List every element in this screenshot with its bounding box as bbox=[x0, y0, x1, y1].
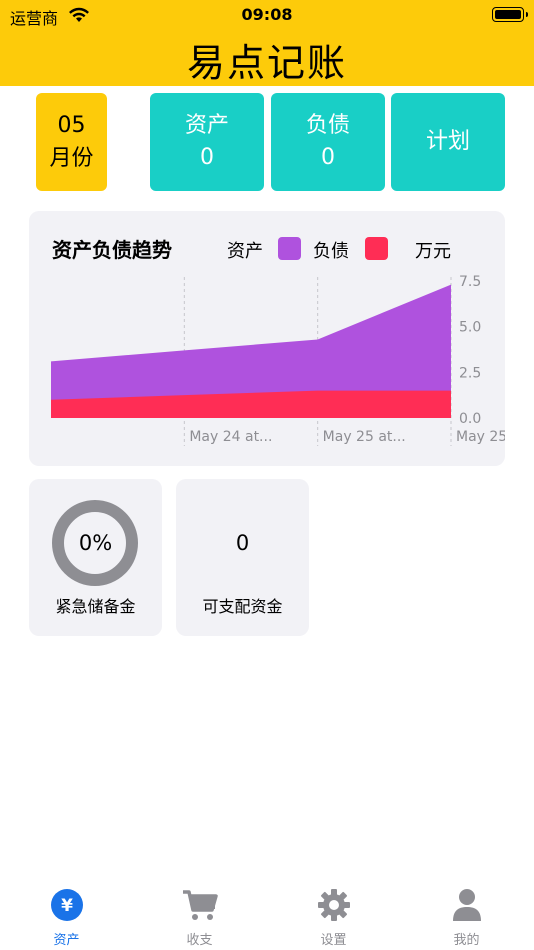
gear-icon bbox=[317, 888, 351, 926]
emergency-reserve-card[interactable]: 0% 紧急储备金 bbox=[29, 479, 162, 636]
tab-assets[interactable]: ¥ 资产 bbox=[0, 880, 133, 950]
y-tick-label: 0.0 bbox=[459, 411, 481, 427]
month-selector[interactable]: 05 月份 bbox=[36, 93, 107, 191]
x-tick-label: May 25 at... bbox=[456, 429, 505, 445]
asset-card[interactable]: 资产 0 bbox=[150, 93, 264, 191]
y-tick-label: 2.5 bbox=[459, 365, 481, 381]
tab-mine[interactable]: 我的 bbox=[400, 880, 533, 950]
month-number: 05 bbox=[57, 113, 86, 138]
yen-icon: ¥ bbox=[50, 888, 84, 926]
tab-mine-label: 我的 bbox=[453, 933, 480, 948]
liability-label: 负债 bbox=[305, 113, 350, 138]
liability-card[interactable]: 负债 0 bbox=[271, 93, 385, 191]
area-chart: 0.0 2.5 5.0 7.5 May 24 at... May 25 at... May … bbox=[51, 274, 505, 446]
y-tick-label: 5.0 bbox=[459, 320, 481, 336]
battery-icon bbox=[492, 7, 528, 22]
asset-label: 资产 bbox=[184, 113, 229, 138]
liability-value: 0 bbox=[321, 145, 335, 170]
x-tick-label: May 24 at... bbox=[189, 429, 272, 445]
disposable-label: 可支配资金 bbox=[202, 597, 283, 616]
tab-income-expense-label: 收支 bbox=[186, 933, 213, 948]
svg-text:¥: ¥ bbox=[61, 896, 73, 916]
cart-icon bbox=[181, 888, 219, 926]
reserve-percent: 0% bbox=[78, 531, 113, 555]
plan-card[interactable]: 计划 bbox=[391, 93, 505, 191]
tab-settings[interactable]: 设置 bbox=[267, 880, 400, 950]
trend-chart-panel: 资产负债趋势 资产 负债 万元 0.0 2.5 5.0 7.5 May 24 at...… bbox=[29, 211, 505, 466]
app-title: 易点记账 bbox=[186, 41, 347, 85]
tab-income-expense[interactable]: 收支 bbox=[133, 880, 266, 950]
y-tick-label: 7.5 bbox=[459, 274, 481, 290]
tab-assets-label: 资产 bbox=[53, 933, 80, 948]
tab-settings-label: 设置 bbox=[320, 933, 347, 948]
disposable-funds-card[interactable]: 0 可支配资金 bbox=[176, 479, 309, 636]
header-bar: 运营商 09:08 易点记账 bbox=[0, 0, 534, 86]
x-tick-label: May 25 at... bbox=[323, 429, 406, 445]
tab-bar: ¥ 资产 收支 设置 我的 bbox=[0, 880, 534, 950]
reserve-label: 紧急储备金 bbox=[55, 597, 136, 616]
person-icon bbox=[451, 888, 483, 926]
status-bar: 运营商 09:08 bbox=[0, 0, 534, 30]
month-suffix: 月份 bbox=[49, 146, 94, 171]
status-time: 09:08 bbox=[241, 5, 293, 24]
disposable-value: 0 bbox=[235, 531, 250, 555]
plan-label: 计划 bbox=[425, 129, 470, 154]
asset-value: 0 bbox=[200, 145, 214, 170]
